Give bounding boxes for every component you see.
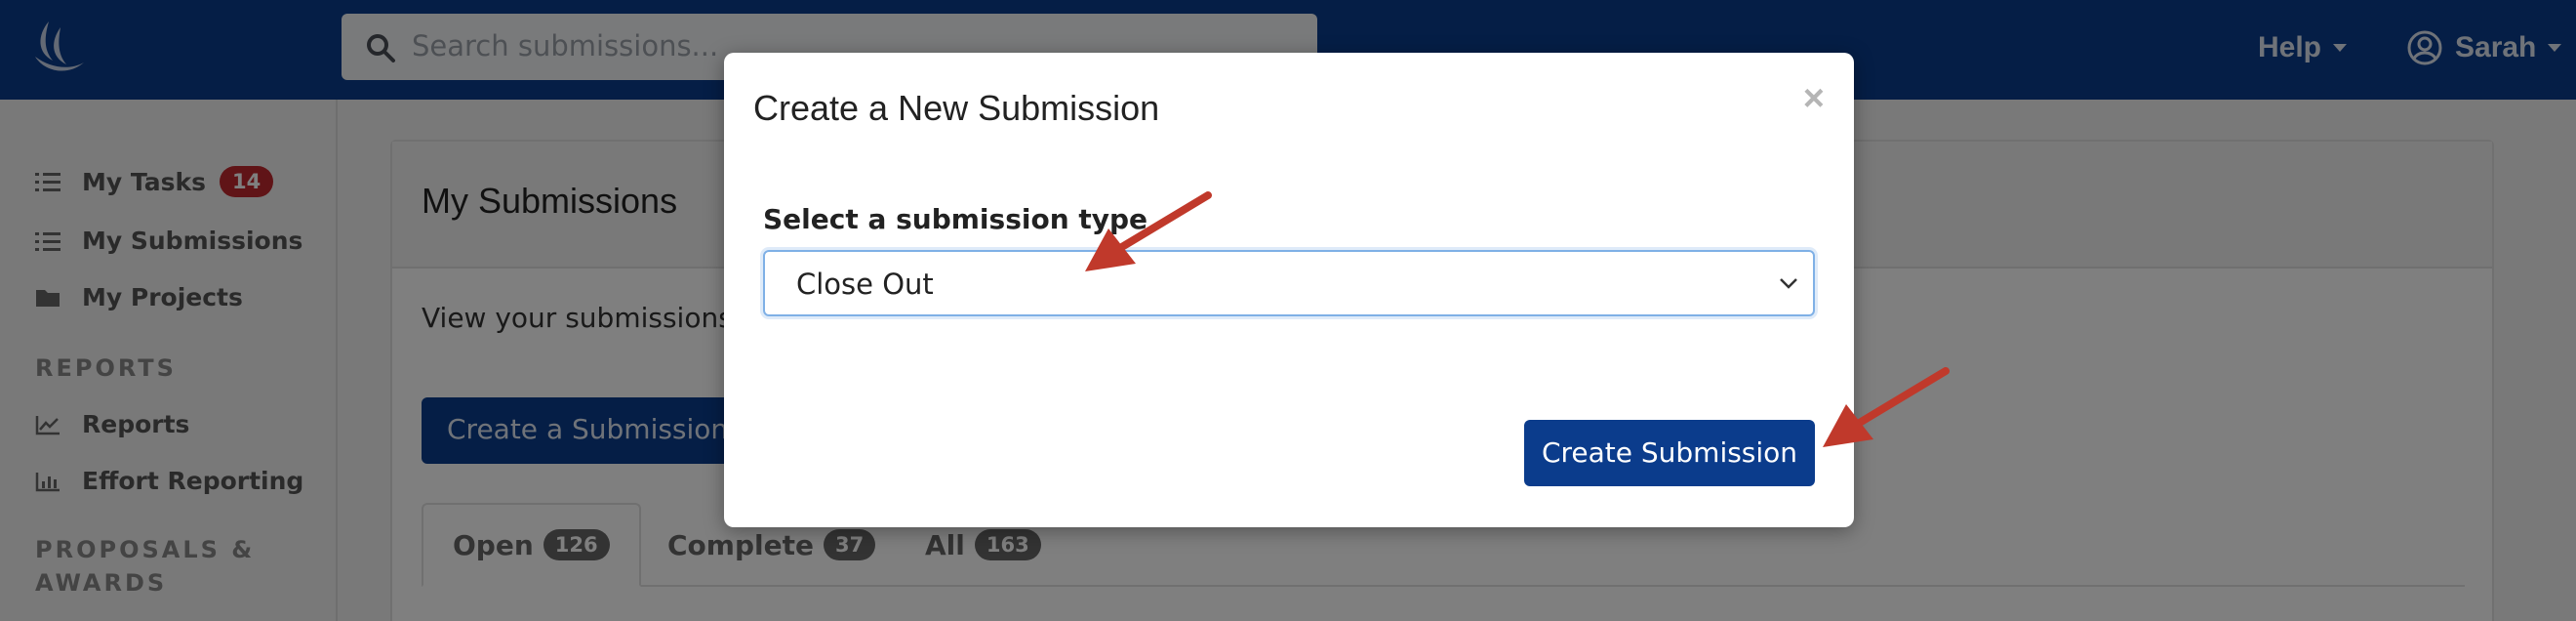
create-submission-submit-button[interactable]: Create Submission — [1524, 420, 1815, 486]
submission-type-select[interactable]: Close Out — [763, 250, 1815, 316]
chevron-down-icon — [1780, 278, 1797, 289]
close-icon[interactable]: × — [1803, 78, 1825, 120]
selected-submission-type: Close Out — [796, 268, 934, 301]
create-submission-modal: Create a New Submission × Select a submi… — [724, 53, 1854, 527]
modal-title: Create a New Submission — [753, 88, 1160, 128]
submission-type-label: Select a submission type — [763, 203, 1148, 235]
